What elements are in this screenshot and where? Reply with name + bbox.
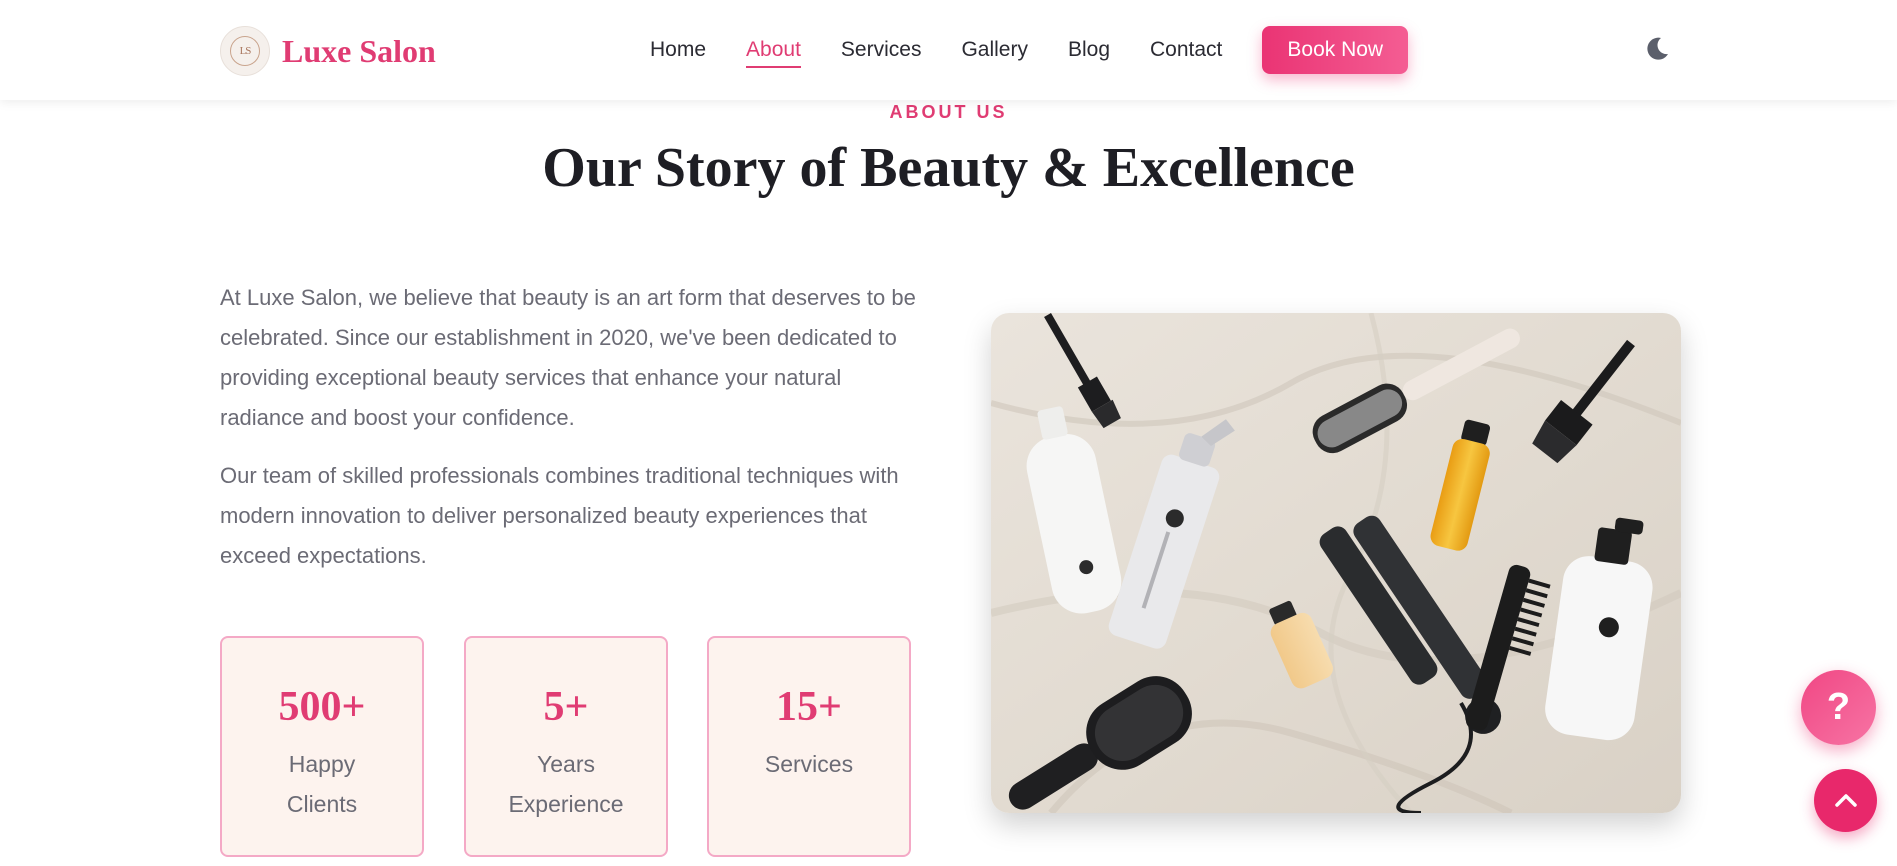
about-paragraph-1: At Luxe Salon, we believe that beauty is… <box>220 285 916 430</box>
stat-card-services: 15+ Services <box>707 636 911 857</box>
nav-item-contact[interactable]: Contact <box>1150 26 1222 74</box>
stat-value: 500+ <box>278 684 366 730</box>
moon-icon[interactable] <box>1644 34 1672 62</box>
brand-name: Luxe Salon <box>282 32 436 69</box>
nav-item-gallery[interactable]: Gallery <box>961 26 1028 74</box>
stat-value: 15+ <box>776 684 842 730</box>
main-nav: Home About Services Gallery Blog Contact… <box>650 26 1409 74</box>
nav-item-services[interactable]: Services <box>841 26 922 74</box>
logo-badge-icon: LS <box>220 26 270 76</box>
site-header: LS Luxe Salon Home About Services Galler… <box>0 0 1897 100</box>
logo-monogram: LS <box>230 36 260 66</box>
nav-item-about[interactable]: About <box>746 26 801 74</box>
stat-card-years: 5+ Years Experience <box>464 636 668 857</box>
stat-label: Happy Clients <box>286 751 358 817</box>
section-eyebrow: ABOUT US <box>889 102 1008 122</box>
salon-tools-image <box>991 313 1681 813</box>
brand-logo[interactable]: LS Luxe Salon <box>220 26 436 76</box>
help-button[interactable]: ? <box>1801 670 1876 745</box>
book-now-button[interactable]: Book Now <box>1262 26 1409 74</box>
about-paragraph-2: Our team of skilled professionals combin… <box>220 463 899 568</box>
stat-label: Years Experience <box>508 751 624 817</box>
question-icon: ? <box>1826 686 1851 728</box>
stat-value: 5+ <box>543 684 589 730</box>
stat-label: Services <box>764 751 854 777</box>
chevron-up-icon <box>1834 793 1857 807</box>
section-title: Our Story of Beauty & Excellence <box>542 137 1355 199</box>
nav-item-blog[interactable]: Blog <box>1068 26 1110 74</box>
stat-card-clients: 500+ Happy Clients <box>220 636 424 857</box>
scroll-to-top-button[interactable] <box>1814 769 1877 832</box>
nav-item-home[interactable]: Home <box>650 26 706 74</box>
